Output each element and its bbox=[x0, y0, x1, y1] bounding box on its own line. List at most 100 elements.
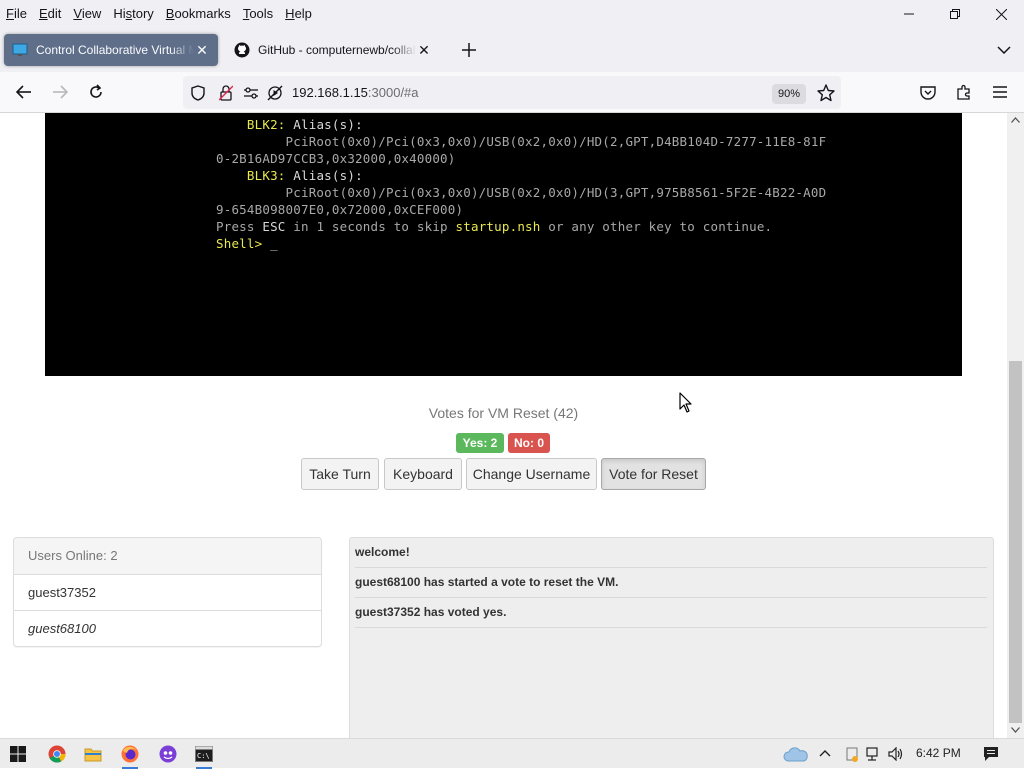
page-scrollbar[interactable] bbox=[1007, 113, 1024, 738]
tab-title: Control Collaborative Virtual Machine bbox=[36, 43, 194, 57]
url-bar[interactable]: 192.168.1.15:3000/#a 90% bbox=[183, 76, 841, 109]
terminal-icon: C:\ bbox=[195, 746, 213, 762]
list-all-tabs-button[interactable] bbox=[994, 40, 1014, 60]
plus-icon bbox=[462, 43, 476, 57]
menu-bookmarks[interactable]: Bookmarks bbox=[160, 4, 237, 24]
terminal-line: PciRoot(0x0)/Pci(0x3,0x0)/USB(0x2,0x0)/H… bbox=[216, 134, 827, 149]
url-path: :3000/#a bbox=[367, 85, 419, 100]
terminal-line: Shell> _ bbox=[216, 236, 278, 251]
reload-icon bbox=[90, 84, 102, 98]
chat-message: guest68100 has started a vote to reset t… bbox=[355, 568, 987, 598]
url-text[interactable]: 192.168.1.15:3000/#a bbox=[292, 85, 419, 100]
autoplay-blocked-icon[interactable] bbox=[267, 85, 283, 101]
bookmark-star-icon[interactable] bbox=[817, 84, 835, 102]
tab-collabvm[interactable]: Control Collaborative Virtual Machine ✕ bbox=[4, 34, 218, 66]
pocket-button[interactable] bbox=[913, 77, 943, 107]
windows-logo-icon bbox=[10, 746, 26, 762]
take-turn-button[interactable]: Take Turn bbox=[301, 458, 379, 490]
terminal-line: BLK3: Alias(s): bbox=[216, 168, 363, 183]
clock[interactable]: 6:42 PM bbox=[916, 746, 961, 760]
change-username-button[interactable]: Change Username bbox=[466, 458, 597, 490]
puzzle-piece-icon bbox=[957, 84, 970, 100]
users-online-header: Users Online: 2 bbox=[14, 538, 321, 575]
url-host: 192.168.1.15 bbox=[292, 85, 368, 100]
menu-edit[interactable]: Edit bbox=[33, 4, 67, 24]
minimize-button[interactable] bbox=[886, 0, 932, 28]
tab-github[interactable]: GitHub - computernewb/collab-vm ✕ bbox=[226, 34, 440, 66]
show-hidden-icons-chevron-icon[interactable] bbox=[819, 749, 831, 757]
terminal-line: BLK2: Alias(s): bbox=[216, 117, 363, 132]
chat-message: welcome! bbox=[355, 538, 987, 568]
restore-button[interactable] bbox=[932, 0, 978, 28]
close-window-button[interactable] bbox=[978, 0, 1024, 28]
menu-tools[interactable]: Tools bbox=[237, 4, 279, 24]
shield-icon[interactable] bbox=[191, 85, 205, 101]
close-icon bbox=[995, 8, 1007, 20]
new-tab-button[interactable] bbox=[458, 39, 480, 61]
firefox-icon bbox=[121, 745, 139, 763]
taskbar-chrome[interactable] bbox=[45, 742, 69, 766]
user-list-item[interactable]: guest37352 bbox=[14, 575, 321, 611]
terminal-line: 9-654B098007E0,0x72000,0xCEF000) bbox=[216, 202, 464, 217]
menu-help[interactable]: Help bbox=[279, 4, 318, 24]
permissions-icon[interactable] bbox=[243, 86, 259, 100]
insecure-lock-icon[interactable] bbox=[219, 85, 233, 101]
users-online-panel: Users Online: 2 guest37352 guest68100 bbox=[13, 537, 322, 647]
vote-yes-badge: Yes: 2 bbox=[456, 433, 504, 453]
chat-message: guest37352 has voted yes. bbox=[355, 598, 987, 628]
terminal-line: PciRoot(0x0)/Pci(0x3,0x0)/USB(0x2,0x0)/H… bbox=[216, 185, 827, 200]
terminal-line: Press ESC in 1 seconds to skip startup.n… bbox=[216, 219, 773, 234]
taskbar-file-explorer[interactable] bbox=[81, 742, 105, 766]
nav-bar: 192.168.1.15:3000/#a 90% bbox=[0, 72, 1024, 113]
start-button[interactable] bbox=[6, 742, 30, 766]
pocket-icon bbox=[920, 85, 936, 100]
reload-button[interactable] bbox=[81, 77, 111, 107]
hamburger-menu-icon bbox=[993, 86, 1007, 98]
back-button[interactable] bbox=[9, 77, 39, 107]
minimize-icon bbox=[904, 13, 914, 15]
user-list-item-self[interactable]: guest68100 bbox=[14, 611, 321, 646]
network-icon[interactable] bbox=[866, 747, 882, 761]
tab-close-icon[interactable]: ✕ bbox=[416, 42, 432, 59]
forward-button bbox=[45, 77, 75, 107]
back-arrow-icon bbox=[16, 85, 31, 99]
action-center-icon[interactable] bbox=[983, 746, 999, 762]
menu-history[interactable]: History bbox=[107, 4, 159, 24]
forward-arrow-icon bbox=[53, 85, 68, 99]
restore-icon bbox=[950, 9, 960, 19]
chevron-down-icon bbox=[997, 46, 1011, 54]
menu-items: File Edit View History Bookmarks Tools Help bbox=[0, 4, 318, 24]
app-menu-button[interactable] bbox=[985, 77, 1015, 107]
extensions-button[interactable] bbox=[949, 77, 979, 107]
taskbar-firefox[interactable] bbox=[118, 742, 142, 769]
menu-view[interactable]: View bbox=[67, 4, 107, 24]
terminal-line: 0-2B16AD97CCB3,0x32000,0x40000) bbox=[216, 151, 456, 166]
vm-display[interactable]: BLK2: Alias(s): PciRoot(0x0)/Pci(0x3,0x0… bbox=[45, 113, 962, 376]
scroll-up-icon[interactable] bbox=[1011, 117, 1020, 123]
notification-badge-icon[interactable] bbox=[846, 747, 860, 763]
menu-file[interactable]: File bbox=[0, 4, 33, 24]
volume-icon[interactable] bbox=[888, 747, 904, 761]
app-icon bbox=[159, 745, 177, 763]
taskbar: C:\ 6:42 PM bbox=[0, 738, 1024, 769]
tab-bar: Control Collaborative Virtual Machine ✕ … bbox=[0, 28, 1024, 72]
taskbar-app[interactable] bbox=[156, 742, 180, 766]
zoom-level-badge[interactable]: 90% bbox=[772, 84, 807, 104]
menu-bar: File Edit View History Bookmarks Tools Help bbox=[0, 0, 1024, 28]
taskbar-terminal[interactable]: C:\ bbox=[192, 742, 216, 769]
github-icon bbox=[234, 42, 250, 58]
svg-text:C:\: C:\ bbox=[197, 752, 210, 760]
vote-no-badge: No: 0 bbox=[508, 433, 550, 453]
chat-panel: welcome! guest68100 has started a vote t… bbox=[349, 537, 994, 738]
vote-reset-button[interactable]: Vote for Reset bbox=[601, 458, 706, 490]
keyboard-button[interactable]: Keyboard bbox=[384, 458, 462, 490]
vote-title: Votes for VM Reset (42) bbox=[428, 405, 579, 421]
tab-close-icon[interactable]: ✕ bbox=[194, 42, 210, 59]
scrollbar-thumb[interactable] bbox=[1009, 361, 1022, 723]
folder-icon bbox=[84, 748, 102, 762]
page-content: BLK2: Alias(s): PciRoot(0x0)/Pci(0x3,0x0… bbox=[0, 113, 1007, 738]
scroll-down-icon[interactable] bbox=[1011, 727, 1020, 733]
chrome-icon bbox=[48, 745, 66, 763]
onedrive-cloud-icon[interactable] bbox=[783, 746, 809, 762]
tab-title: GitHub - computernewb/collab-vm bbox=[258, 43, 416, 57]
